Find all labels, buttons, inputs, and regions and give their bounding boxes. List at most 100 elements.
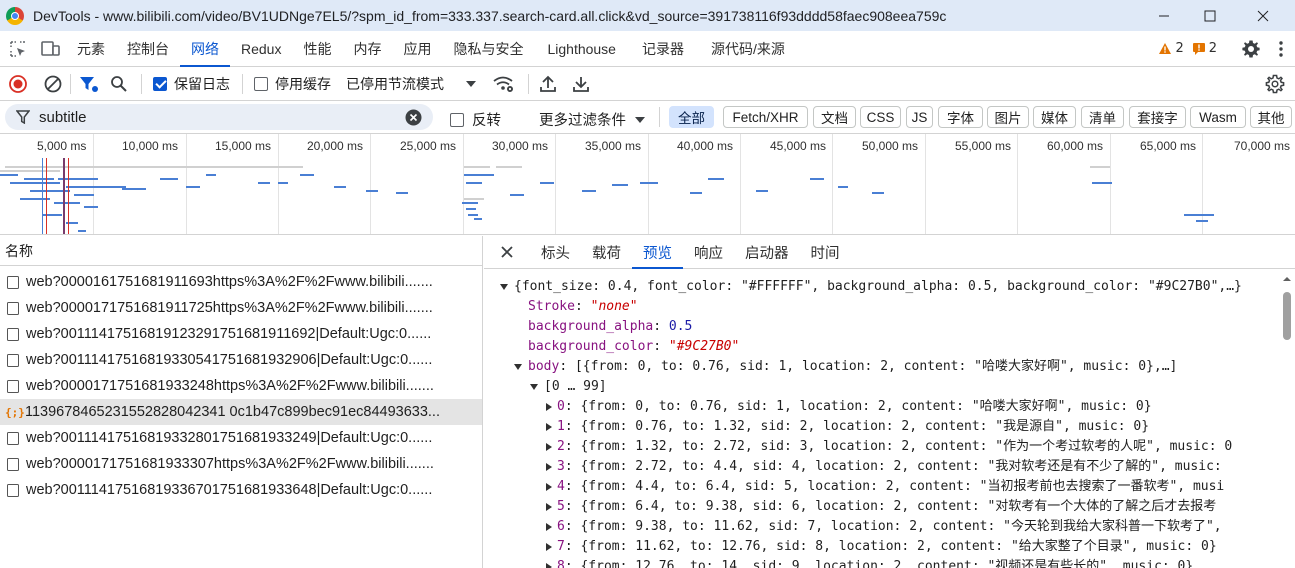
tab-recorder[interactable]: 记录器 [629, 31, 697, 66]
clear-filter-icon[interactable] [405, 109, 422, 126]
tab-network[interactable]: 网络 [180, 31, 230, 67]
type-filter-doc[interactable]: 文档 [813, 106, 856, 128]
request-row[interactable]: web?0000171751681933307https%3A%2F%2Fwww… [0, 451, 482, 477]
tab-memory[interactable]: 内存 [342, 31, 392, 66]
json-array-item[interactable]: 0: {from: 0, to: 0.76, sid: 1, location:… [546, 397, 1152, 417]
settings-button[interactable] [1235, 31, 1267, 66]
scrollbar-thumb[interactable] [1283, 292, 1291, 340]
request-row[interactable]: web?00111417516819123291751681911692|Def… [0, 321, 482, 347]
tab-payload[interactable]: 载荷 [581, 236, 632, 268]
request-row[interactable]: web?0000171751681933248https%3A%2F%2Fwww… [0, 373, 482, 399]
collapse-arrow-icon[interactable] [546, 562, 552, 568]
clear-button[interactable] [36, 75, 70, 93]
panel-tabs: 元素 控制台 网络 Redux 性能 内存 应用 隐私与安全 Lighthous… [0, 31, 1295, 67]
expand-arrow-icon[interactable] [530, 383, 538, 390]
json-array-item[interactable]: 3: {from: 2.72, to: 4.4, sid: 4, locatio… [546, 457, 1222, 477]
maximize-button[interactable] [1187, 0, 1233, 31]
request-row[interactable]: web?00111417516819332801751681933249|Def… [0, 425, 482, 451]
tab-timing[interactable]: 时间 [800, 236, 851, 268]
type-filter-socket[interactable]: 套接字 [1129, 106, 1186, 128]
checkbox-unchecked[interactable] [450, 112, 464, 127]
type-filter-other[interactable]: 其他 [1250, 106, 1292, 128]
request-row[interactable]: web?00111417516819336701751681933648|Def… [0, 477, 482, 503]
json-array-item[interactable]: 7: {from: 11.62, to: 12.76, sid: 8, loca… [546, 537, 1217, 557]
tab-sources[interactable]: 源代码/来源 [697, 31, 799, 66]
collapse-arrow-icon[interactable] [546, 402, 552, 411]
type-filter-all[interactable]: 全部 [669, 106, 714, 128]
type-filter-fetch-xhr[interactable]: Fetch/XHR [723, 106, 808, 128]
expand-arrow-icon[interactable] [500, 283, 508, 290]
collapse-arrow-icon[interactable] [546, 542, 552, 551]
close-detail-button[interactable] [484, 236, 530, 268]
json-array-item[interactable]: 2: {from: 1.32, to: 2.72, sid: 3, locati… [546, 437, 1232, 457]
search-button[interactable] [107, 75, 131, 93]
tab-performance[interactable]: 性能 [292, 31, 342, 66]
type-filter-manifest[interactable]: 清单 [1081, 106, 1124, 128]
tab-headers[interactable]: 标头 [530, 236, 581, 268]
waterfall-bar [186, 186, 200, 188]
json-array-item[interactable]: 8: {from: 12.76, to: 14, sid: 9, locatio… [546, 557, 1193, 568]
tab-initiator[interactable]: 启动器 [734, 236, 800, 268]
close-window-button[interactable] [1240, 0, 1286, 31]
checkbox-unchecked[interactable] [254, 76, 268, 91]
collapse-arrow-icon[interactable] [546, 442, 552, 451]
collapse-arrow-icon[interactable] [546, 482, 552, 491]
inspect-element-button[interactable] [0, 31, 36, 66]
disable-cache-checkbox[interactable]: 停用缓存 [254, 74, 331, 94]
collapse-arrow-icon[interactable] [546, 502, 552, 511]
tab-console[interactable]: 控制台 [116, 31, 180, 66]
network-overview[interactable]: 5,000 ms 10,000 ms 15,000 ms 20,000 ms 2… [0, 133, 1295, 235]
json-root-node[interactable]: {font_size: 0.4, font_color: "#FFFFFF", … [500, 277, 1242, 297]
filter-toggle-button[interactable] [71, 75, 107, 93]
collapse-arrow-icon[interactable] [546, 422, 552, 431]
request-row[interactable]: web?0000161751681911693https%3A%2F%2Fwww… [0, 269, 482, 295]
tab-preview[interactable]: 预览 [632, 236, 683, 269]
type-filter-font[interactable]: 字体 [938, 106, 983, 128]
column-header-name[interactable]: 名称 [0, 236, 482, 266]
filter-input[interactable]: subtitle [5, 104, 433, 130]
more-filters-dropdown[interactable]: 更多过滤条件 [539, 109, 645, 130]
tab-lighthouse[interactable]: Lighthouse [534, 31, 629, 66]
warnings-badge[interactable]: 2 [1158, 31, 1184, 66]
json-array-item[interactable]: 1: {from: 0.76, to: 1.32, sid: 2, locati… [546, 417, 1149, 437]
more-options-button[interactable] [1267, 31, 1295, 66]
request-row[interactable]: web?00111417516819330541751681932906|Def… [0, 347, 482, 373]
tab-redux[interactable]: Redux [230, 31, 292, 66]
tab-response[interactable]: 响应 [683, 236, 734, 268]
collapse-arrow-icon[interactable] [546, 522, 552, 531]
errors-badge[interactable]: 2 [1192, 31, 1217, 66]
preserve-log-checkbox[interactable]: 保留日志 [153, 74, 230, 94]
device-toolbar-button[interactable] [36, 31, 66, 66]
type-filter-wasm[interactable]: Wasm [1190, 106, 1246, 128]
tab-elements[interactable]: 元素 [66, 31, 116, 66]
type-filter-media[interactable]: 媒体 [1033, 106, 1076, 128]
json-array-item[interactable]: 4: {from: 4.4, to: 6.4, sid: 5, location… [546, 477, 1224, 497]
minimize-button[interactable] [1141, 0, 1187, 31]
json-array-item[interactable]: 6: {from: 9.38, to: 11.62, sid: 7, locat… [546, 517, 1222, 537]
tab-privacy-security[interactable]: 隐私与安全 [442, 31, 534, 66]
import-har-button[interactable] [531, 75, 565, 93]
export-har-button[interactable] [565, 75, 597, 93]
waterfall-bar [206, 174, 216, 176]
type-filter-css[interactable]: CSS [860, 106, 901, 128]
request-row-selected[interactable]: {;} 1139678465231552828042341 0c1b47c899… [0, 399, 482, 425]
preview-scrollbar[interactable] [1279, 270, 1295, 568]
request-row[interactable]: web?0000171751681911725https%3A%2F%2Fwww… [0, 295, 482, 321]
throttling-select[interactable]: 已停用节流模式 [346, 74, 476, 94]
stop-recording-button[interactable] [0, 74, 36, 93]
expand-arrow-icon[interactable] [514, 363, 522, 370]
network-conditions-button[interactable] [484, 76, 524, 92]
waterfall-bar [708, 178, 724, 180]
checkbox-checked[interactable] [153, 76, 167, 91]
collapse-arrow-icon[interactable] [546, 462, 552, 471]
grid-line [1110, 134, 1111, 234]
type-filter-js[interactable]: JS [906, 106, 933, 128]
scroll-up-arrow-icon[interactable] [1279, 274, 1295, 284]
invert-checkbox[interactable]: 反转 [450, 109, 501, 130]
json-range-node[interactable]: [0 … 99] [530, 377, 607, 397]
tab-application[interactable]: 应用 [392, 31, 442, 66]
network-settings-button[interactable] [1255, 74, 1295, 94]
json-array-item[interactable]: 5: {from: 6.4, to: 9.38, sid: 6, locatio… [546, 497, 1216, 517]
type-filter-img[interactable]: 图片 [987, 106, 1029, 128]
json-body-node[interactable]: body: [{from: 0, to: 0.76, sid: 1, locat… [514, 357, 1177, 377]
